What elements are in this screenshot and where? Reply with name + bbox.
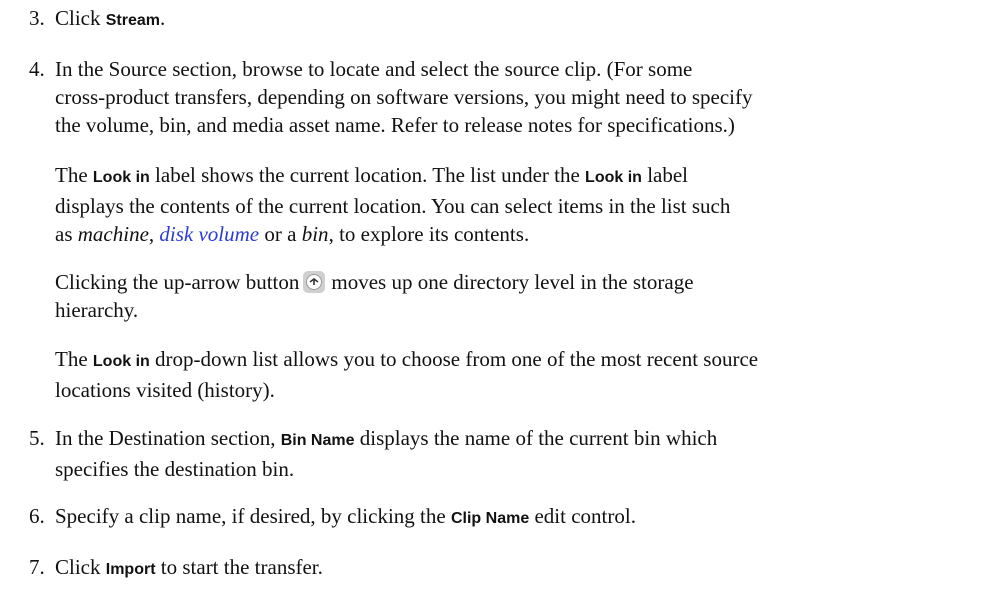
text-line: the volume, bin, and media asset name. R… [55, 113, 735, 137]
step-number: 6. [29, 504, 45, 528]
step-number: 5. [29, 426, 45, 450]
text-part: label shows the current location. The li… [149, 163, 586, 187]
text-part: , [148, 222, 160, 246]
text-line: locations visited (history). [55, 378, 275, 402]
paragraph-look-in: The Look in label shows the current loca… [55, 161, 988, 248]
step-text: In the Destination section, Bin Name dis… [55, 424, 988, 483]
text-part: as [55, 222, 78, 246]
paragraph-dropdown: The Look in drop-down list allows you to… [55, 345, 988, 404]
text-part: label [641, 163, 688, 187]
ui-label-clip-name: Clip Name [450, 510, 530, 527]
step-text-part: Click [55, 6, 106, 30]
text-part: edit control. [529, 504, 636, 528]
document-page: 3. Click Stream. 4. In the Source sectio… [0, 0, 1000, 611]
paragraph-up-arrow: Clicking the up-arrow button moves up one… [55, 268, 988, 324]
ui-label-stream: Stream [105, 12, 160, 29]
text-line: specifies the destination bin. [55, 457, 295, 481]
text-line: displays the contents of the current loc… [55, 194, 731, 218]
term-bin: bin [301, 222, 329, 246]
text-line: The Look in drop-down list allows you to… [55, 345, 988, 376]
term-machine: machine [77, 222, 149, 246]
text-part: displays the name of the current bin whi… [354, 426, 718, 450]
text-part: to start the transfer. [155, 555, 323, 579]
step-number: 4. [29, 57, 45, 81]
ui-label-look-in: Look in [92, 353, 150, 370]
text-part: or a [259, 222, 302, 246]
text-line: The Look in label shows the current loca… [55, 161, 988, 192]
up-arrow-glyph [309, 278, 319, 285]
step-number: 3. [29, 6, 45, 30]
text-line: In the Destination section, Bin Name dis… [55, 424, 988, 455]
text-line: Clicking the up-arrow button moves up one… [55, 268, 988, 296]
ui-label-import: Import [105, 561, 156, 578]
step-text: Specify a clip name, if desired, by clic… [55, 502, 988, 533]
text-part: Clicking the up-arrow button [55, 270, 300, 294]
ui-label-bin-name: Bin Name [280, 432, 355, 449]
text-part: drop-down list allows you to choose from… [149, 347, 759, 371]
step-text: Click Stream. [55, 4, 988, 35]
text-part: Specify a clip name, if desired, by clic… [55, 504, 451, 528]
text-part: , to explore its contents. [328, 222, 530, 246]
text-part: The [55, 163, 93, 187]
text-line: hierarchy. [55, 298, 139, 322]
text-line: In the Source section, browse to locate … [55, 57, 693, 81]
text-part: The [55, 347, 93, 371]
text-part: In the Destination section, [55, 426, 281, 450]
step-number: 7. [29, 555, 45, 579]
ui-label-look-in: Look in [92, 169, 150, 186]
step-text-part: . [160, 6, 166, 30]
up-arrow-icon [303, 271, 326, 293]
step-text: In the Source section, browse to locate … [55, 55, 988, 139]
text-line: cross-product transfers, depending on so… [55, 85, 753, 109]
ui-label-look-in: Look in [585, 169, 642, 186]
text-line: as machine, disk volume or a bin, to exp… [55, 220, 988, 248]
text-part: Click [55, 555, 106, 579]
step-text: Click Import to start the transfer. [55, 553, 988, 584]
link-disk-volume[interactable]: disk volume [159, 222, 259, 246]
text-part: moves up one directory level in the stor… [331, 270, 694, 294]
